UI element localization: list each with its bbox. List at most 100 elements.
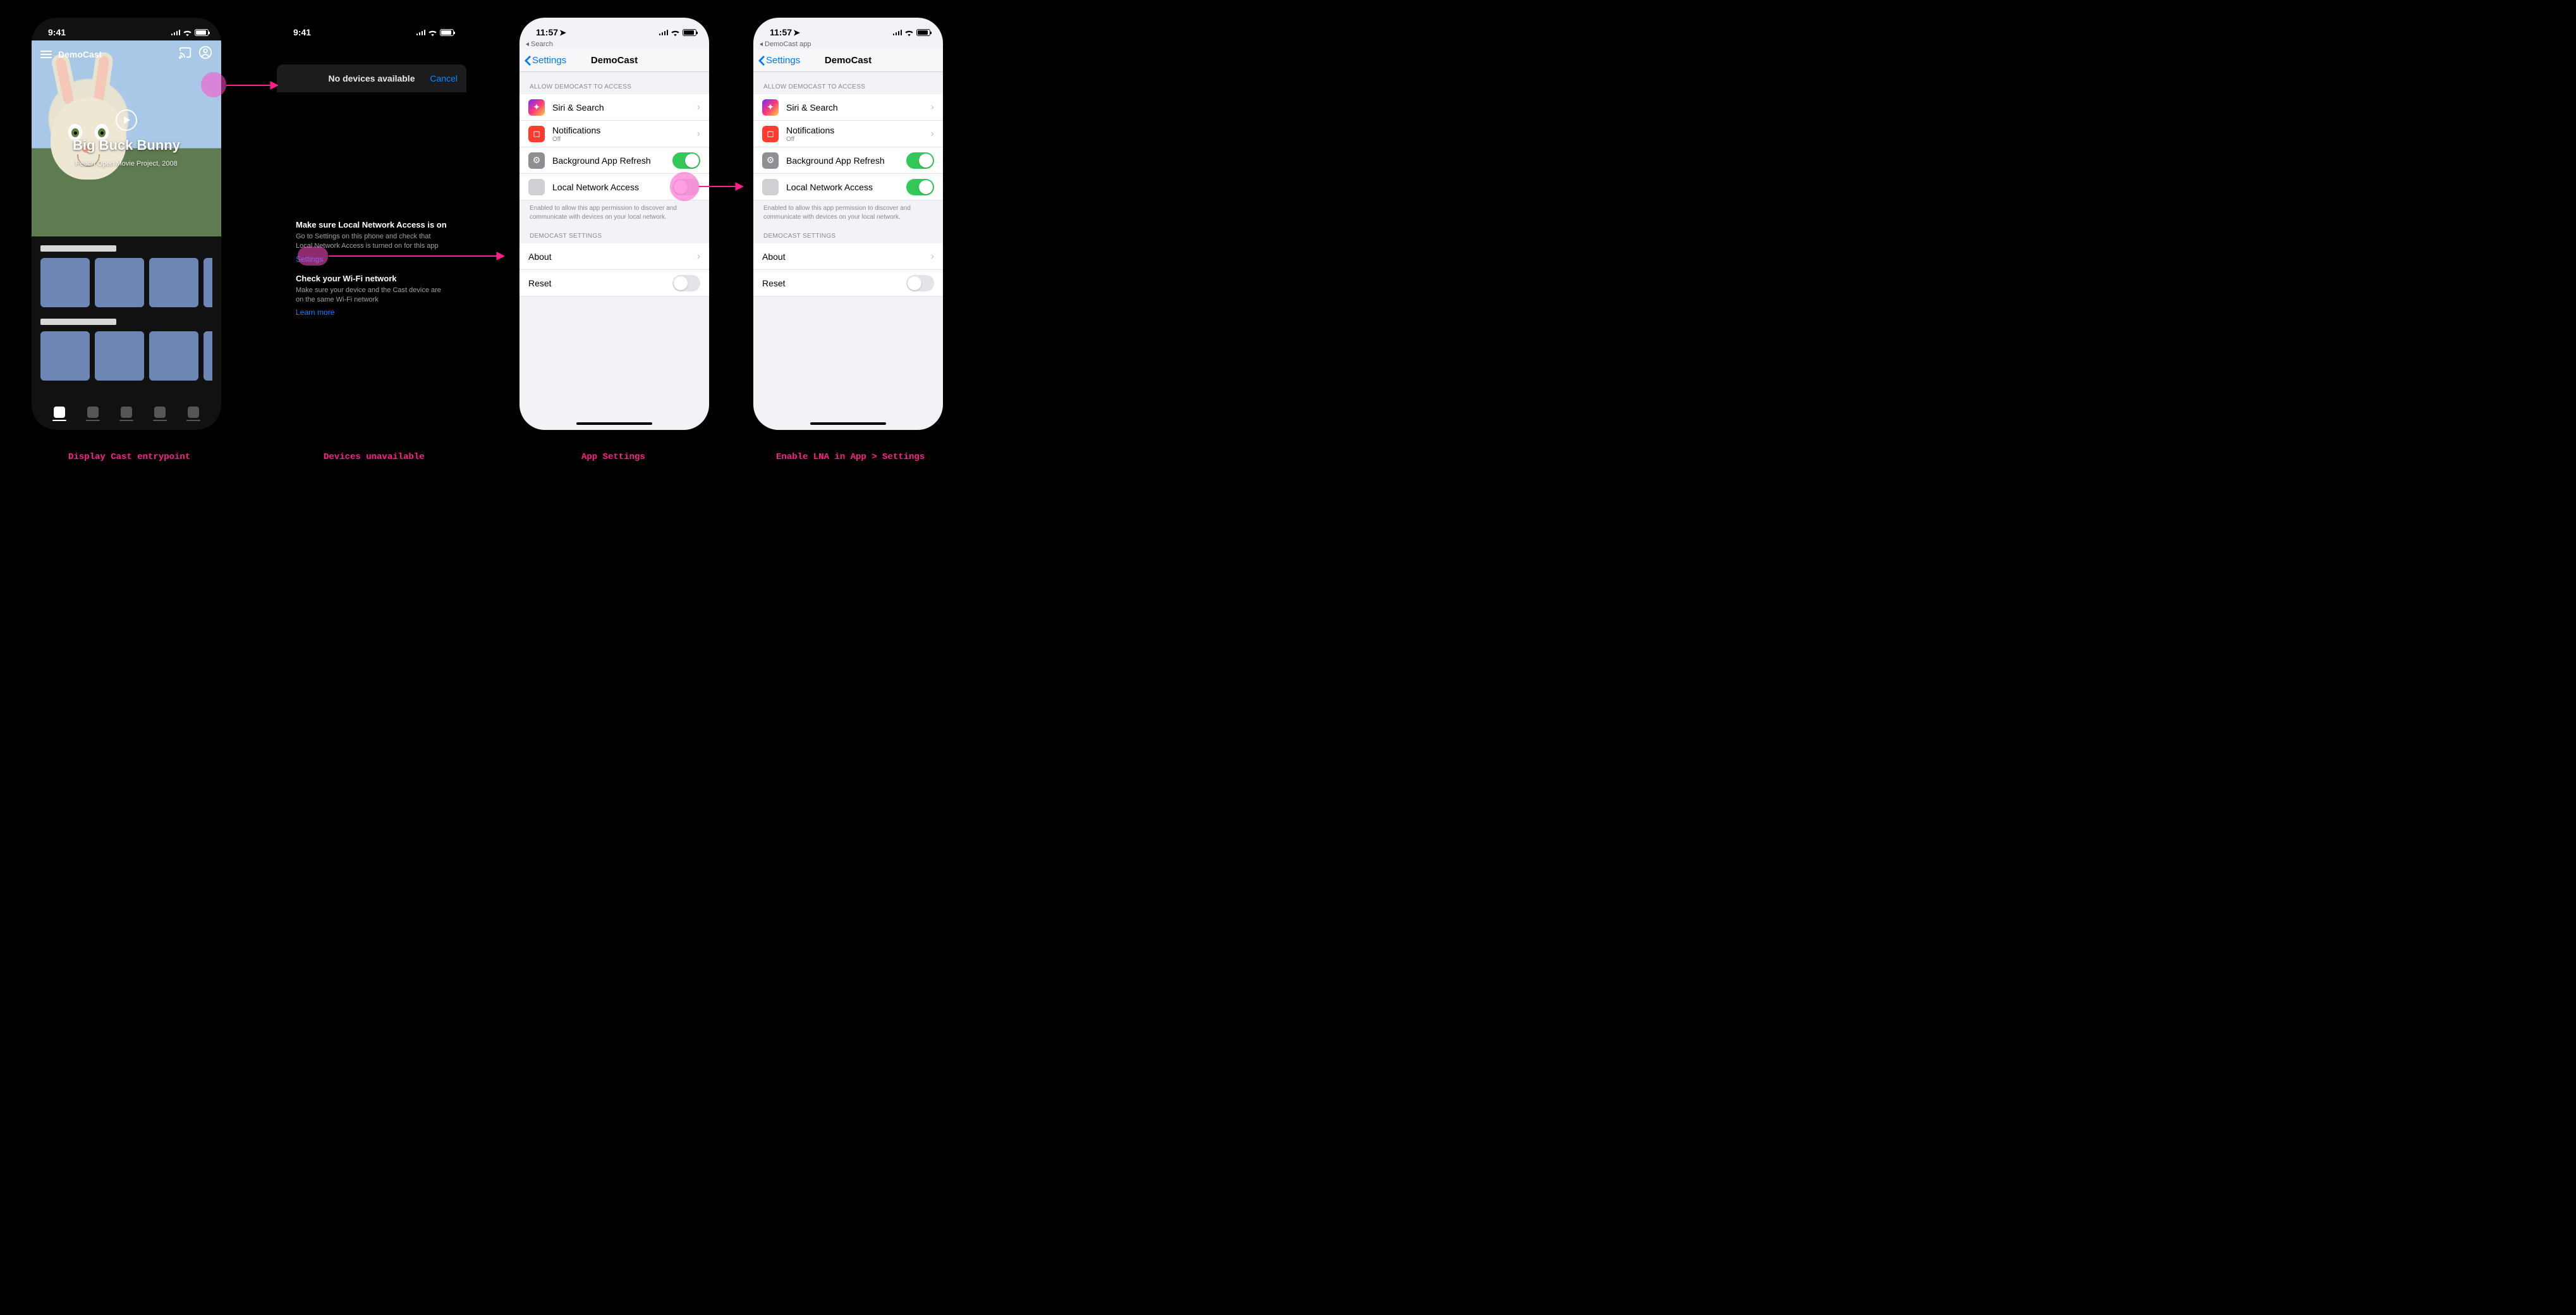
cell-reset[interactable]: Reset <box>519 270 709 297</box>
play-icon[interactable] <box>116 109 137 131</box>
flow-arrow <box>226 81 278 90</box>
breadcrumb-back-to-app[interactable]: Search <box>519 40 709 49</box>
toggle-local-network-access[interactable] <box>672 179 700 195</box>
cell-about[interactable]: About › <box>519 243 709 270</box>
wifi-icon <box>671 28 680 36</box>
phone-screen-app-settings-lna-off: 11:57➤ Search Settings DemoCast ALLOW DE… <box>519 18 709 430</box>
learn-more-link[interactable]: Learn more <box>296 308 334 317</box>
cell-label: About <box>528 252 690 262</box>
status-time: 9:41 <box>48 27 66 37</box>
cell-background-refresh[interactable]: ⚙ Background App Refresh <box>519 147 709 174</box>
chevron-right-icon: › <box>931 128 934 140</box>
cell-about[interactable]: About › <box>753 243 943 270</box>
media-thumbnail[interactable] <box>204 331 212 381</box>
tab-item[interactable] <box>153 407 167 421</box>
cell-label: Background App Refresh <box>786 156 899 166</box>
wifi-icon <box>904 28 914 36</box>
media-thumbnail[interactable] <box>149 331 198 381</box>
cell-siri-search[interactable]: ✦ Siri & Search › <box>753 94 943 121</box>
media-thumbnail[interactable] <box>40 331 90 381</box>
home-indicator <box>810 422 886 425</box>
caption: Enable LNA in App > Settings <box>776 452 925 462</box>
breadcrumb-chevron-icon <box>760 42 763 46</box>
flow-arrow <box>329 252 504 260</box>
breadcrumb-label: Search <box>531 40 553 48</box>
media-thumbnail[interactable] <box>149 258 198 307</box>
modal-body: Make sure Local Network Access is on Go … <box>296 220 447 327</box>
toggle-local-network-access[interactable] <box>906 179 934 195</box>
cell-local-network-access[interactable]: Local Network Access <box>519 174 709 200</box>
tab-item[interactable] <box>52 407 66 421</box>
content-row-1 <box>32 236 221 310</box>
back-button[interactable]: Settings <box>758 55 800 66</box>
section-footer: Enabled to allow this app permission to … <box>519 200 709 221</box>
media-thumbnail[interactable] <box>95 331 144 381</box>
wifi-icon <box>428 28 437 36</box>
settings-link[interactable]: Settings <box>296 255 323 264</box>
tab-item[interactable] <box>86 407 100 421</box>
tip-title: Check your Wi-Fi network <box>296 274 447 283</box>
chevron-right-icon: › <box>697 251 700 262</box>
notifications-icon: ◻ <box>528 126 545 142</box>
gear-icon: ⚙ <box>528 152 545 169</box>
caption: Devices unavailable <box>324 452 425 462</box>
section-header-app-settings: DEMOCAST SETTINGS <box>519 221 709 243</box>
section-header-access: ALLOW DEMOCAST TO ACCESS <box>753 72 943 94</box>
breadcrumb-chevron-icon <box>526 42 529 46</box>
row-label-placeholder <box>40 245 116 252</box>
home-indicator <box>576 422 652 425</box>
battery-icon <box>683 29 696 36</box>
cell-notifications[interactable]: ◻ Notifications Off › <box>519 121 709 147</box>
cell-label: Local Network Access <box>786 182 899 192</box>
cellular-signal-icon <box>893 29 902 35</box>
status-bar: 11:57➤ <box>753 18 943 40</box>
wifi-icon <box>183 28 192 36</box>
media-thumbnail[interactable] <box>40 258 90 307</box>
status-icons <box>659 28 697 36</box>
back-button[interactable]: Settings <box>525 55 566 66</box>
cell-label: Siri & Search <box>552 102 690 113</box>
cellular-signal-icon <box>171 29 181 35</box>
tab-bar <box>32 407 221 421</box>
tab-item[interactable] <box>186 407 200 421</box>
cellular-signal-icon <box>659 29 669 35</box>
tip-title: Make sure Local Network Access is on <box>296 220 447 229</box>
chevron-right-icon: › <box>697 128 700 140</box>
status-time: 11:57➤ <box>770 27 800 38</box>
phone-screen-democast-app: 9:41 DemoCast <box>32 18 221 430</box>
hero-content: DemoCast Big Buck Bunny <box>32 40 221 236</box>
modal-title: No devices available <box>329 73 415 83</box>
cell-reset[interactable]: Reset <box>753 270 943 297</box>
status-icons <box>171 28 209 36</box>
toggle-background-refresh[interactable] <box>672 152 700 169</box>
status-bar: 9:41 <box>32 18 221 40</box>
chevron-right-icon: › <box>697 102 700 113</box>
content-row-2 <box>32 310 221 383</box>
back-label: Settings <box>766 55 800 66</box>
location-arrow-icon: ➤ <box>559 28 566 38</box>
cell-label: Background App Refresh <box>552 156 665 166</box>
breadcrumb-back-to-app[interactable]: DemoCast app <box>753 40 943 49</box>
cell-local-network-access[interactable]: Local Network Access <box>753 174 943 200</box>
section-header-app-settings: DEMOCAST SETTINGS <box>753 221 943 243</box>
toggle-background-refresh[interactable] <box>906 152 934 169</box>
phone-screen-no-devices-modal: 9:41 No devices available Cancel Make su… <box>277 18 466 430</box>
media-thumbnail[interactable] <box>95 258 144 307</box>
cell-label: Reset <box>528 278 665 288</box>
chevron-right-icon: › <box>931 102 934 113</box>
media-title: Big Buck Bunny <box>73 137 180 154</box>
cancel-button[interactable]: Cancel <box>430 73 458 83</box>
cell-background-refresh[interactable]: ⚙ Background App Refresh <box>753 147 943 174</box>
status-bar: 9:41 <box>277 18 466 40</box>
toggle-reset[interactable] <box>672 275 700 291</box>
cell-label: About <box>762 252 923 262</box>
toggle-reset[interactable] <box>906 275 934 291</box>
section-header-access: ALLOW DEMOCAST TO ACCESS <box>519 72 709 94</box>
nav-bar: Settings DemoCast <box>519 49 709 72</box>
cell-siri-search[interactable]: ✦ Siri & Search › <box>519 94 709 121</box>
tab-item[interactable] <box>119 407 133 421</box>
cell-notifications[interactable]: ◻ Notifications Off › <box>753 121 943 147</box>
phone-screen-app-settings-lna-on: 11:57➤ DemoCast app Settings DemoCast AL… <box>753 18 943 430</box>
media-thumbnail[interactable] <box>204 258 212 307</box>
gear-icon: ⚙ <box>762 152 779 169</box>
